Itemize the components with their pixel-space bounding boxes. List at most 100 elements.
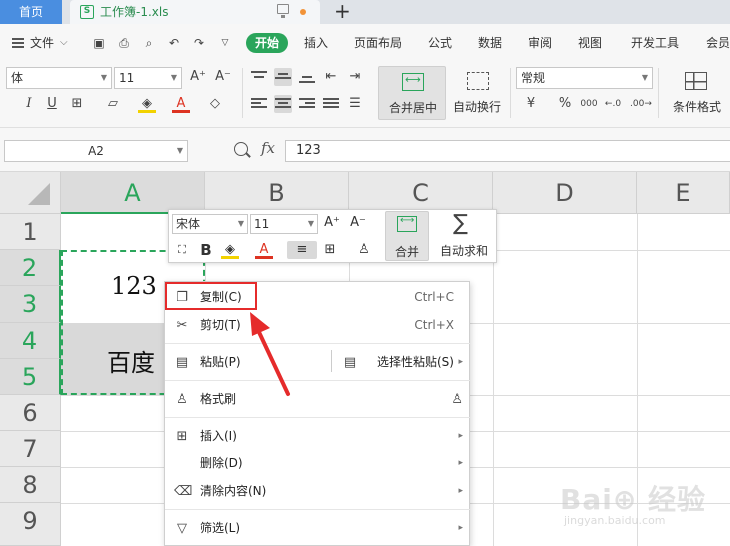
print-icon[interactable]: ⎙	[117, 36, 131, 50]
mini-autosum-button[interactable]: ∑ 自动求和	[433, 211, 495, 261]
column-header-a[interactable]: A	[61, 172, 205, 214]
underline-icon[interactable]: U	[43, 95, 61, 113]
undo-icon[interactable]: ↶	[167, 36, 181, 50]
decrease-indent-icon[interactable]: ⇤	[322, 68, 340, 86]
row-header-4[interactable]: 4	[0, 323, 61, 359]
dropdown-icon: ▼	[307, 219, 314, 228]
align-middle-icon[interactable]	[274, 68, 292, 86]
column-header-e[interactable]: E	[637, 172, 730, 214]
fill-style-icon[interactable]: ▱	[104, 95, 122, 113]
menu-insert[interactable]: 插入	[304, 24, 328, 62]
chevron-down-icon[interactable]: ⌵	[60, 24, 68, 62]
font-color-icon[interactable]: A	[172, 95, 190, 113]
fill-color-icon[interactable]: ◈	[138, 95, 156, 113]
menu-item-paste-special[interactable]: ▤ 选择性粘贴(S) ▸	[337, 349, 471, 376]
mini-align-center-icon[interactable]: ≡	[287, 241, 317, 259]
align-top-icon[interactable]	[250, 68, 268, 86]
menu-member[interactable]: 会员	[706, 24, 730, 62]
menu-item-filter[interactable]: ▽ 筛选(L) ▸	[165, 515, 471, 542]
menu-item-format-painter[interactable]: ♙ 格式刷 ♙	[165, 386, 471, 413]
font-size-select[interactable]: 11 ▼	[114, 67, 182, 89]
align-right-icon[interactable]	[298, 95, 316, 113]
insert-icon: ⊞	[176, 429, 188, 444]
redo-icon[interactable]: ↷	[192, 36, 206, 50]
print-preview-icon[interactable]: ⌕	[142, 36, 156, 50]
number-format-select[interactable]: 常规 ▼	[516, 67, 653, 89]
menu-view[interactable]: 视图	[578, 24, 602, 62]
menu-start[interactable]: 开始	[246, 33, 288, 53]
decrease-font-icon[interactable]: A⁻	[214, 68, 232, 86]
tab-home[interactable]: 首页	[0, 0, 62, 24]
new-tab-button[interactable]: +	[334, 0, 351, 22]
menu-developer[interactable]: 开发工具	[631, 24, 679, 62]
mini-font-size-select[interactable]: 11 ▼	[250, 214, 318, 234]
name-box-value: A2	[88, 144, 104, 158]
format-brush-icon: ♙	[176, 392, 188, 407]
mini-decrease-font-icon[interactable]: A⁻	[349, 214, 367, 232]
dropdown-icon: ▼	[176, 146, 183, 155]
row-header-7[interactable]: 7	[0, 431, 61, 467]
menu-item-cut[interactable]: ✂ 剪切(T) Ctrl+X	[165, 312, 471, 339]
currency-icon[interactable]: ¥	[522, 95, 540, 113]
zoom-icon[interactable]	[234, 142, 248, 156]
mini-font-color-icon[interactable]: A	[255, 241, 273, 259]
column-header-d[interactable]: D	[493, 172, 637, 214]
monitor-icon[interactable]	[277, 4, 289, 18]
percent-icon[interactable]: %	[556, 95, 574, 113]
mini-format-brush-icon[interactable]: ♙	[355, 241, 373, 259]
mini-border-icon[interactable]: ⊞	[321, 241, 339, 259]
conditional-format-button[interactable]: 条件格式	[664, 66, 730, 120]
select-all-corner[interactable]	[0, 172, 61, 214]
merge-center-button[interactable]: 合并居中	[378, 66, 446, 120]
align-bottom-icon[interactable]	[298, 68, 316, 86]
increase-font-icon[interactable]: A⁺	[189, 68, 207, 86]
mini-bold-icon[interactable]: B	[197, 241, 215, 259]
decrease-decimal-icon[interactable]: .00→	[630, 95, 652, 113]
save-icon[interactable]: ▣	[92, 36, 106, 50]
mini-font-name-select[interactable]: 宋体 ▼	[172, 214, 248, 234]
menu-page-layout[interactable]: 页面布局	[354, 24, 402, 62]
align-left-icon[interactable]	[250, 95, 268, 113]
name-box[interactable]: A2 ▼	[4, 140, 188, 162]
menu-item-paste-special-label: 选择性粘贴(S)	[377, 355, 454, 369]
increase-decimal-icon[interactable]: ←.0	[604, 95, 622, 113]
row-header-9[interactable]: 9	[0, 503, 61, 546]
italic-icon[interactable]: I	[20, 95, 38, 113]
distributed-align-icon[interactable]: ☰	[346, 95, 364, 113]
menu-item-delete[interactable]: 删除(D) ▸	[165, 450, 471, 477]
mini-fit-icon[interactable]: ⛶	[173, 241, 191, 259]
spreadsheet-file-icon: S	[80, 5, 94, 19]
formula-input[interactable]: 123	[285, 140, 730, 162]
clear-format-icon[interactable]: ◇	[206, 95, 224, 113]
row-header-3[interactable]: 3	[0, 286, 61, 323]
row-header-6[interactable]: 6	[0, 395, 61, 431]
menu-item-clear-contents[interactable]: ⌫ 清除内容(N) ▸	[165, 478, 471, 505]
justify-icon[interactable]	[322, 95, 340, 113]
menu-review[interactable]: 审阅	[528, 24, 552, 62]
align-center-icon[interactable]	[274, 95, 292, 113]
hamburger-icon[interactable]	[12, 38, 24, 48]
tab-workbook[interactable]: S 工作簿-1.xls	[70, 0, 320, 24]
menu-formulas[interactable]: 公式	[428, 24, 452, 62]
row-header-1[interactable]: 1	[0, 214, 61, 250]
column-header-b[interactable]: B	[205, 172, 349, 214]
menu-item-insert[interactable]: ⊞ 插入(I) ▸	[165, 423, 471, 450]
menu-file[interactable]: 文件	[30, 24, 54, 62]
wrap-text-button[interactable]: 自动换行	[450, 66, 504, 120]
menu-data[interactable]: 数据	[478, 24, 502, 62]
row-header-5[interactable]: 5	[0, 359, 61, 395]
thousands-separator-icon[interactable]: 000	[580, 95, 598, 113]
mini-increase-font-icon[interactable]: A⁺	[323, 214, 341, 232]
submenu-arrow-icon: ▸	[458, 357, 463, 367]
format-brush-pin-icon[interactable]: ♙	[451, 386, 463, 413]
row-header-2[interactable]: 2	[0, 250, 61, 286]
mini-fill-color-icon[interactable]: ◈	[221, 241, 239, 259]
row-header-8[interactable]: 8	[0, 467, 61, 503]
column-header-c[interactable]: C	[349, 172, 493, 214]
font-name-select[interactable]: 体 ▼	[6, 67, 112, 89]
increase-indent-icon[interactable]: ⇥	[346, 68, 364, 86]
border-icon[interactable]: ⊞	[68, 95, 86, 113]
customize-chevron-icon[interactable]: ▽	[218, 36, 232, 50]
fx-icon[interactable]: fx	[261, 139, 275, 157]
mini-merge-button[interactable]: 合并	[385, 211, 429, 261]
